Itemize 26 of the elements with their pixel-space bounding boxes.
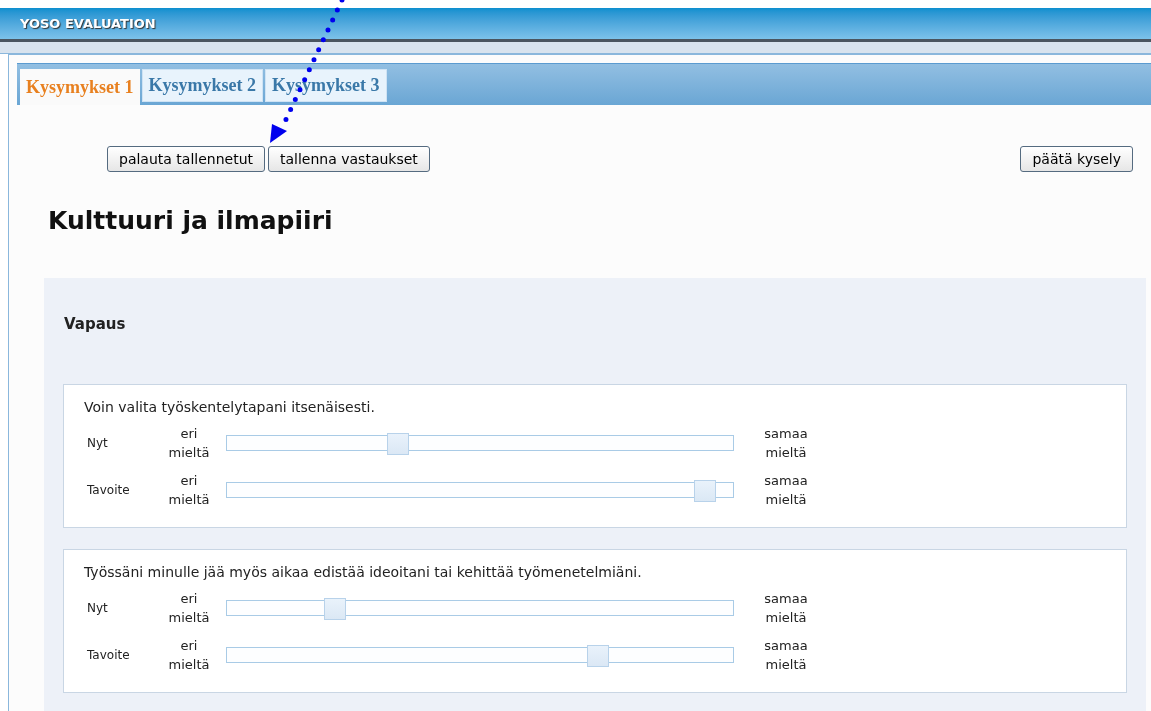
restore-button[interactable]: palauta tallennetut bbox=[107, 146, 265, 172]
page-heading: Kulttuuri ja ilmapiiri bbox=[48, 205, 333, 237]
scale-min-label: eri mieltä bbox=[167, 636, 211, 674]
finish-button[interactable]: päätä kysely bbox=[1020, 146, 1133, 172]
save-button[interactable]: tallenna vastaukset bbox=[268, 146, 430, 172]
scale-min-label: eri mieltä bbox=[167, 471, 211, 509]
row-label: Tavoite bbox=[86, 646, 131, 664]
slider-thumb[interactable] bbox=[387, 432, 410, 455]
slider-thumb[interactable] bbox=[324, 597, 347, 620]
row-label: Nyt bbox=[86, 434, 109, 452]
question-text: Työssäni minulle jää myös aikaa edistää ideoitani tai kehittää työmenetelmiäni. bbox=[84, 563, 642, 582]
slider-thumb[interactable] bbox=[693, 479, 716, 502]
scale-min-label: eri mieltä bbox=[167, 589, 211, 627]
section-title: Vapaus bbox=[64, 313, 126, 335]
tab[interactable]: Kysymykset 2 bbox=[141, 69, 263, 102]
row-label: Tavoite bbox=[86, 481, 131, 499]
scale-max-label: samaa mieltä bbox=[763, 636, 809, 674]
question-text: Voin valita työskentelytapani itsenäisesti. bbox=[84, 398, 375, 417]
tab[interactable]: Kysymykset 3 bbox=[265, 69, 387, 102]
window-title: YOSO EVALUATION bbox=[20, 14, 156, 33]
scale-min-label: eri mieltä bbox=[167, 424, 211, 462]
scale-max-label: samaa mieltä bbox=[763, 424, 809, 462]
row-label: Nyt bbox=[86, 599, 109, 617]
scale-max-label: samaa mieltä bbox=[763, 471, 809, 509]
slider-thumb[interactable] bbox=[586, 644, 609, 667]
scale-max-label: samaa mieltä bbox=[763, 589, 809, 627]
